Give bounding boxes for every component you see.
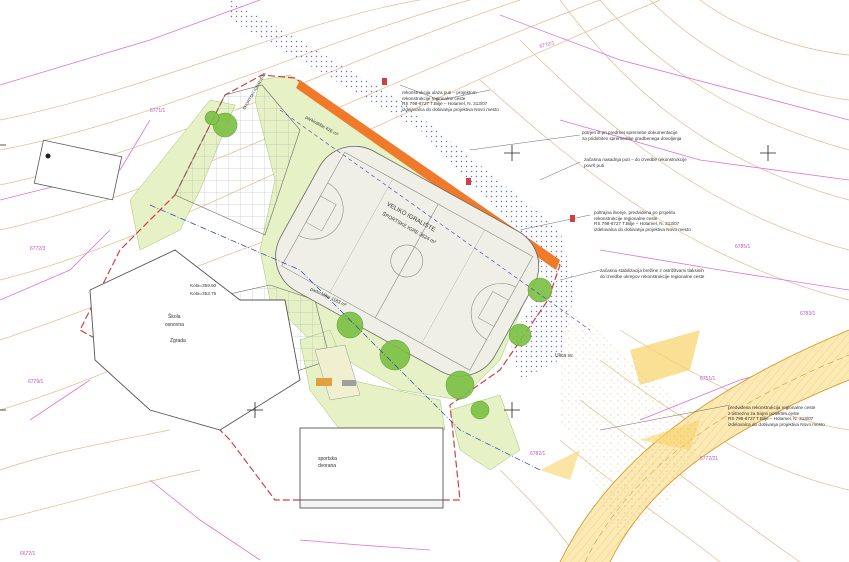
parcel-label: 6785/1 bbox=[735, 244, 751, 250]
parcel-label: 6771/1 bbox=[150, 108, 166, 114]
hall-label-2: dvorana bbox=[318, 463, 336, 469]
parcel-label: 6779/1 bbox=[28, 379, 44, 385]
note-documentation: potrjen ili pri predmet spremebe dokumen… bbox=[582, 130, 682, 141]
note-planned-road: poltrajna ilvenje, predvidena po projekt… bbox=[594, 210, 691, 233]
street-label: Ulica sv. bbox=[555, 353, 574, 359]
school-label-b: osnovna bbox=[165, 322, 184, 328]
note-road-reconstruction: predvidena rekonstrukcija regionalne ces… bbox=[728, 405, 825, 428]
parcel-label: 6772/21 bbox=[700, 456, 718, 462]
hall-label: sportska bbox=[318, 456, 337, 462]
parcel-label: 6672/1 bbox=[20, 551, 36, 557]
parcel-label: 6772/1 bbox=[539, 40, 556, 50]
elevation-label-1: Kota=359.60 bbox=[190, 283, 217, 288]
survey-point bbox=[45, 153, 51, 159]
school-label-c: Zgrada bbox=[170, 338, 186, 344]
elevation-label-2: Kota=353.75 bbox=[190, 291, 217, 296]
parcel-label: 6782/1 bbox=[530, 451, 546, 457]
note-slope-stabilisation: začasna stabilizacija brežine z ostrižit… bbox=[600, 268, 705, 279]
parcel-label: 6751/1 bbox=[700, 376, 716, 382]
school-label-a: Škola bbox=[168, 313, 181, 320]
site-plan-drawing: VELIKO IGRALIŠTE ŠPORTSKE IGRE 3824 m² p… bbox=[0, 0, 849, 562]
note-temporary-path: začasna nasadnja puti – do izvedbe rekon… bbox=[584, 157, 687, 168]
note-access-path: rekonstrukcija ulaza puti – projektom re… bbox=[402, 90, 499, 113]
parcel-label: 6783/1 bbox=[800, 311, 816, 317]
neighbour-building bbox=[33, 139, 123, 201]
parcel-label: 6772/3 bbox=[30, 246, 46, 252]
